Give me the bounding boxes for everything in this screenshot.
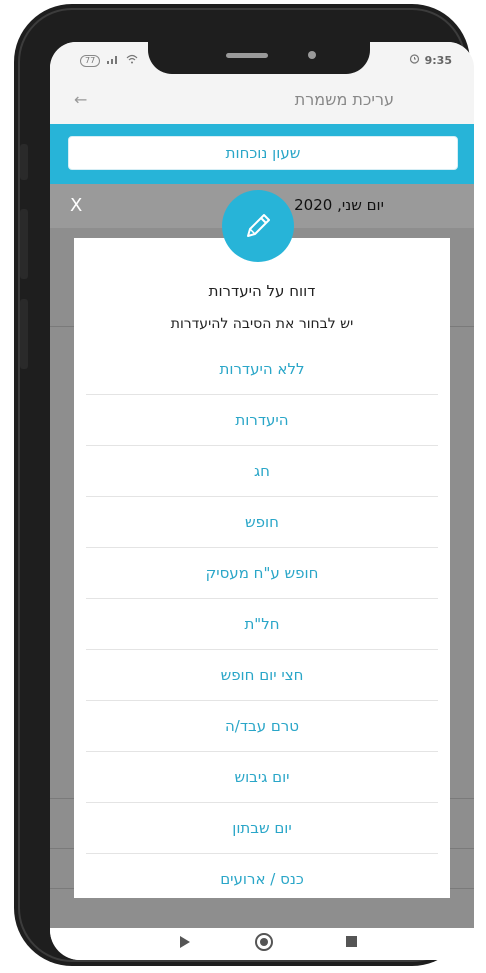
nav-recents-icon[interactable]: [346, 936, 357, 947]
speaker-grille: [226, 53, 268, 58]
phone-notch: [148, 42, 370, 74]
absence-dialog: דווח על היעדרות יש לבחור את הסיבה להיעדר…: [74, 238, 450, 898]
nav-back-icon[interactable]: [180, 936, 190, 948]
reason-option[interactable]: חופש: [86, 497, 438, 548]
phone-screen: 77 9:35 ← עריכת משמרת שעון נוכחות X יום …: [50, 42, 474, 960]
absence-reason-list: ללא היעדרות היעדרות חג חופש חופש ע"ח מעס…: [86, 344, 438, 898]
page-title: עריכת משמרת: [294, 90, 394, 109]
battery-indicator: 77: [80, 54, 101, 67]
pencil-icon: [222, 190, 294, 262]
nav-home-icon[interactable]: [255, 933, 273, 951]
close-button[interactable]: X: [70, 195, 82, 216]
status-left: 77: [80, 54, 138, 67]
reason-option[interactable]: כנס / ארועים: [86, 854, 438, 898]
camera-dot: [308, 51, 316, 59]
signal-icon: [106, 54, 120, 67]
reason-option[interactable]: ללא היעדרות: [86, 344, 438, 395]
status-time: 9:35: [424, 53, 452, 67]
dialog-subtitle: יש לבחור את הסיבה להיעדרות: [170, 316, 354, 332]
phone-frame: 77 9:35 ← עריכת משמרת שעון נוכחות X יום …: [14, 4, 474, 966]
attendance-clock-button[interactable]: שעון נוכחות: [68, 136, 458, 170]
status-right: 9:35: [409, 53, 452, 67]
date-label: יום שני, 2020: [294, 196, 384, 214]
reason-option[interactable]: יום שבתון: [86, 803, 438, 854]
system-nav-bar: [50, 928, 474, 960]
alarm-icon: [409, 53, 420, 67]
reason-option[interactable]: חג: [86, 446, 438, 497]
back-arrow-icon[interactable]: ←: [74, 90, 87, 109]
phone-side-button: [20, 144, 28, 180]
phone-volume-down: [20, 299, 28, 369]
reason-option[interactable]: היעדרות: [86, 395, 438, 446]
app-bar: ← עריכת משמרת: [50, 78, 474, 124]
reason-option[interactable]: חל"ת: [86, 599, 438, 650]
reason-option[interactable]: חופש ע"ח מעסיק: [86, 548, 438, 599]
reason-option[interactable]: טרם עבד/ה: [86, 701, 438, 752]
reason-option[interactable]: חצי יום חופש: [86, 650, 438, 701]
wifi-icon: [126, 54, 138, 67]
dialog-title: דווח על היעדרות: [208, 282, 316, 300]
reason-option[interactable]: יום גיבוש: [86, 752, 438, 803]
phone-volume-up: [20, 209, 28, 279]
